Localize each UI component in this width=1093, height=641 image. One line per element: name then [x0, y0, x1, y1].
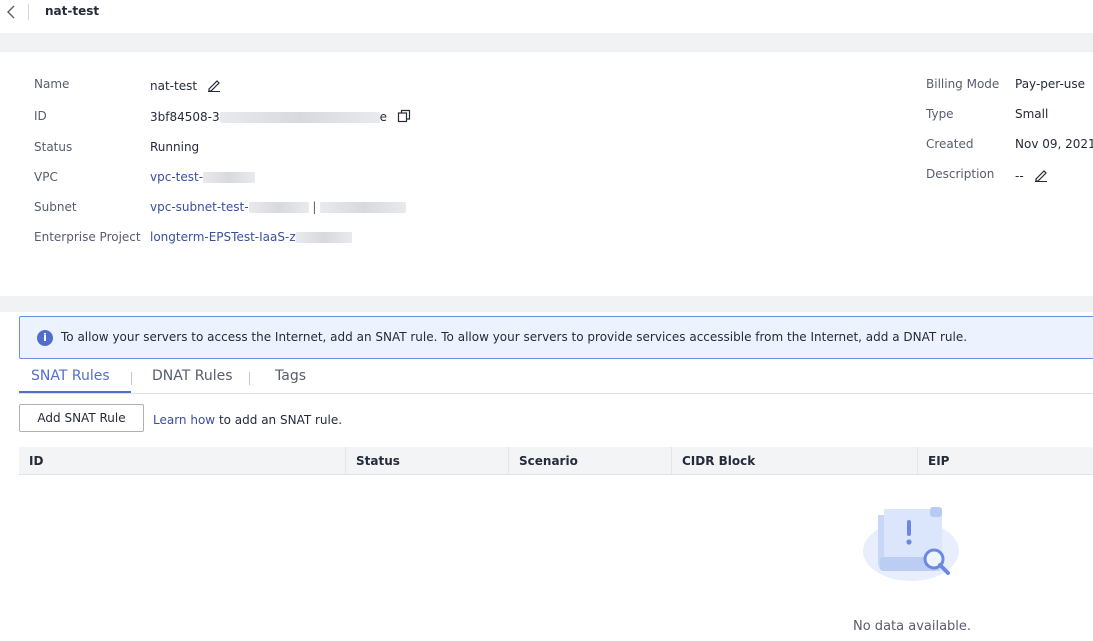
banner-text: To allow your servers to access the Inte…	[61, 330, 968, 344]
nat-gateway-info-card: Name nat-test ID 3bf84508-3 e Status Runn…	[0, 52, 1093, 298]
redacted-project	[295, 232, 352, 243]
tab-dnat-rules[interactable]: DNAT Rules	[152, 368, 233, 384]
snat-table-header: ID Status Scenario CIDR Block EIP	[19, 447, 1093, 475]
column-header-status[interactable]: Status	[346, 447, 509, 475]
id-value: 3bf84508-3 e	[150, 109, 411, 126]
billing-mode-label: Billing Mode	[926, 77, 1000, 91]
chevron-left-icon[interactable]	[5, 4, 19, 20]
top-bar: nat-test	[0, 0, 1093, 30]
redacted-vpc	[203, 172, 256, 183]
header-divider	[28, 4, 29, 20]
tab-tags[interactable]: Tags	[275, 368, 306, 384]
name-label: Name	[34, 77, 70, 91]
info-icon: i	[37, 330, 53, 346]
redacted-id	[219, 112, 380, 123]
edit-icon[interactable]	[207, 78, 221, 95]
name-value: nat-test	[150, 78, 221, 95]
id-suffix: e	[379, 110, 388, 124]
description-text: --	[1015, 169, 1024, 183]
rule-tabs: SNAT Rules DNAT Rules Tags	[19, 364, 1093, 394]
learn-how-text: Learn how to add an SNAT rule.	[153, 413, 342, 427]
type-label: Type	[926, 107, 954, 121]
subnet-separator: |	[312, 200, 317, 214]
tab-snat-rules[interactable]: SNAT Rules	[31, 368, 110, 384]
column-header-scenario[interactable]: Scenario	[509, 447, 672, 475]
enterprise-project-label: Enterprise Project	[34, 230, 141, 244]
add-snat-rule-button[interactable]: Add SNAT Rule	[19, 404, 144, 432]
vpc-label: VPC	[34, 170, 58, 184]
vpc-link[interactable]: vpc-test-	[150, 170, 256, 184]
tab-separator	[249, 372, 250, 385]
active-tab-indicator	[19, 391, 131, 393]
tab-separator	[131, 372, 132, 385]
redacted-subnet	[248, 202, 309, 213]
subnet-link[interactable]: vpc-subnet-test- |	[150, 200, 407, 214]
card-gap	[0, 296, 1093, 312]
redacted-cidr	[320, 202, 407, 213]
id-prefix: 3bf84508-3	[150, 110, 220, 124]
edit-icon[interactable]	[1034, 168, 1048, 185]
page-background-strip	[0, 33, 1093, 53]
column-header-eip[interactable]: EIP	[918, 447, 1093, 475]
copy-icon[interactable]	[397, 109, 411, 126]
created-label: Created	[926, 137, 974, 151]
name-text: nat-test	[150, 79, 198, 93]
subnet-label: Subnet	[34, 200, 77, 214]
status-value: Running	[150, 140, 200, 154]
column-header-id[interactable]: ID	[19, 447, 346, 475]
description-value: --	[1015, 168, 1048, 185]
subnet-text: vpc-subnet-test-	[150, 200, 249, 214]
column-header-cidr-block[interactable]: CIDR Block	[672, 447, 918, 475]
vpc-text: vpc-test-	[150, 170, 204, 184]
learn-how-rest: to add an SNAT rule.	[215, 413, 343, 427]
enterprise-project-link[interactable]: longterm-EPSTest-IaaS-z	[150, 230, 352, 244]
no-data-illustration-icon	[860, 505, 962, 587]
enterprise-project-text: longterm-EPSTest-IaaS-z	[150, 230, 296, 244]
id-label: ID	[34, 109, 47, 123]
no-data-text: No data available.	[853, 619, 972, 634]
learn-how-link[interactable]: Learn how	[153, 413, 215, 427]
description-label: Description	[926, 167, 995, 181]
type-value: Small	[1015, 107, 1049, 121]
created-value: Nov 09, 2021	[1015, 137, 1093, 151]
billing-mode-value: Pay-per-use	[1015, 77, 1086, 91]
info-banner: i To allow your servers to access the In…	[19, 316, 1093, 359]
status-label: Status	[34, 140, 73, 154]
page-title: nat-test	[45, 4, 100, 18]
